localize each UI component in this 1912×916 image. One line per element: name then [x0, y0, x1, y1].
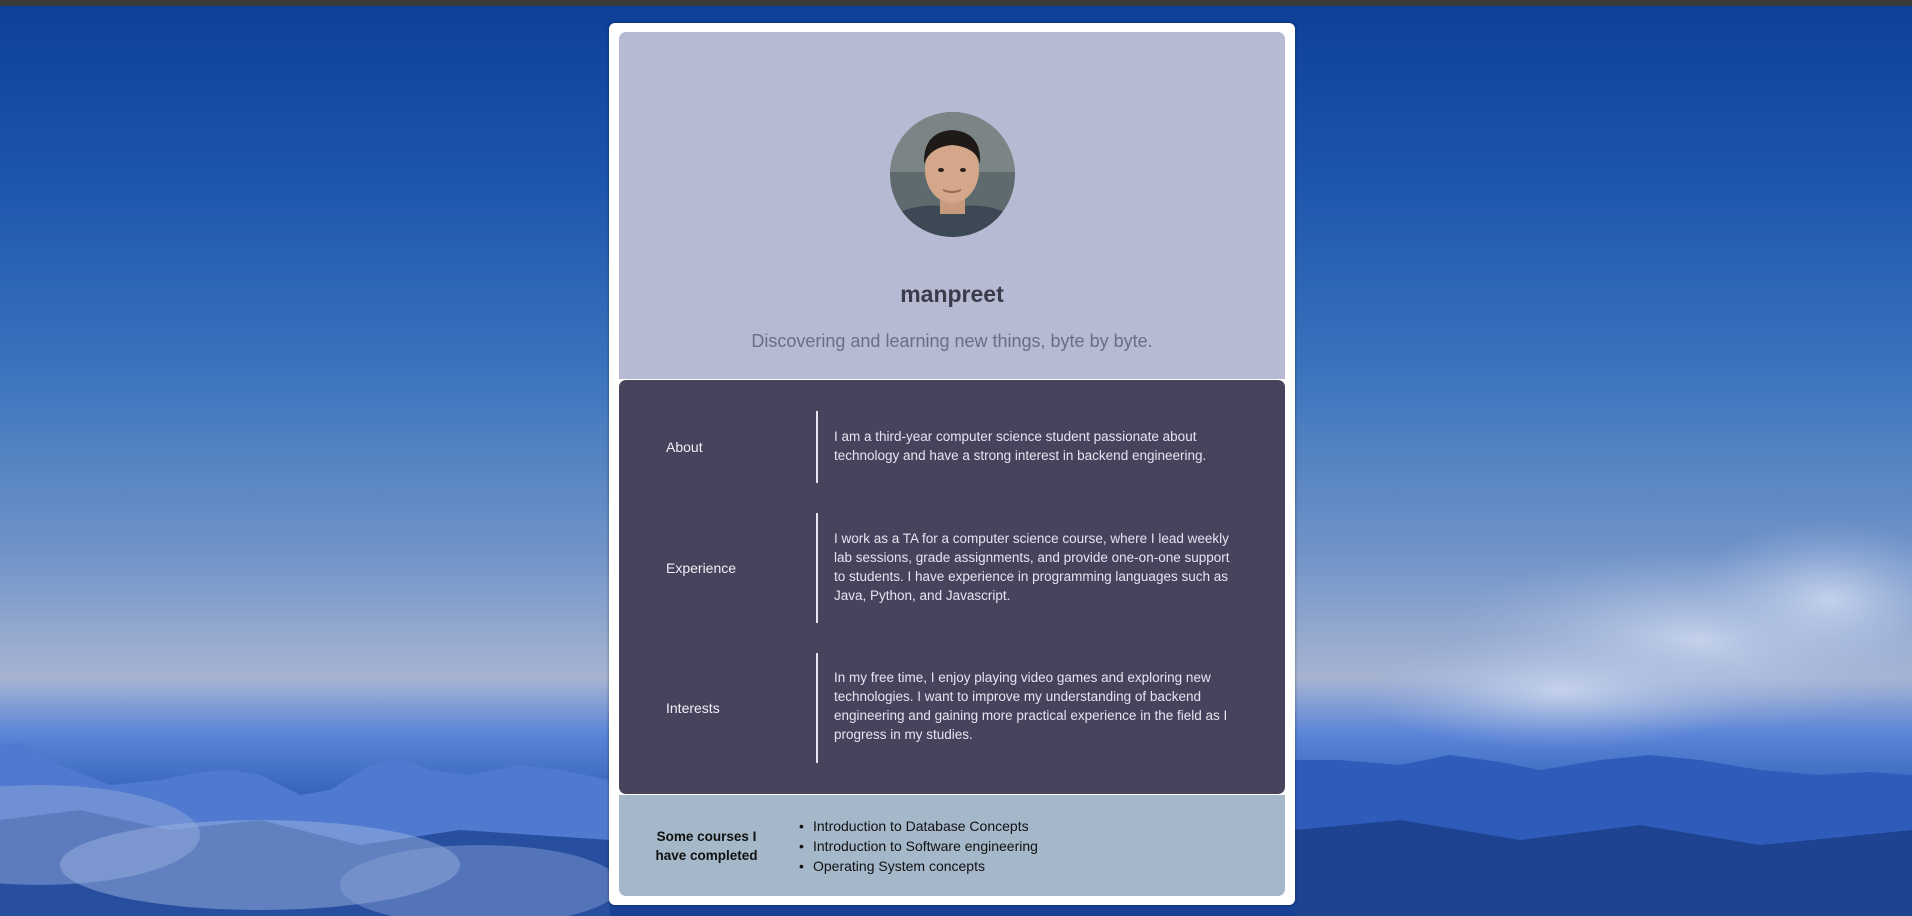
browser-top-bar [0, 0, 1912, 6]
list-item: • Introduction to Database Concepts [799, 816, 1038, 836]
course-name: Introduction to Database Concepts [813, 818, 1029, 834]
profile-header: manpreet Discovering and learning new th… [619, 32, 1285, 379]
bullet-icon: • [799, 858, 804, 874]
course-name: Introduction to Software engineering [813, 838, 1038, 854]
courses-panel: Some courses I have completed • Introduct… [619, 795, 1285, 896]
course-name: Operating System concepts [813, 858, 985, 874]
course-list: • Introduction to Database Concepts • Intr… [799, 816, 1038, 876]
profile-name: manpreet [900, 281, 1004, 307]
details-panel: About I am a third-year computer science… [619, 380, 1285, 794]
interests-divider [816, 653, 818, 763]
about-label: About [666, 439, 703, 455]
bullet-icon: • [799, 838, 804, 854]
profile-card: manpreet Discovering and learning new th… [609, 23, 1295, 905]
experience-row: Experience I work as a TA for a computer… [619, 513, 1285, 623]
about-text: I am a third-year computer science stude… [834, 429, 1207, 463]
about-row: About I am a third-year computer science… [619, 411, 1285, 483]
list-item: • Operating System concepts [799, 856, 1038, 876]
interests-text: In my free time, I enjoy playing video g… [834, 670, 1228, 742]
experience-text: I work as a TA for a computer science co… [834, 531, 1230, 603]
interests-label: Interests [666, 700, 720, 716]
profile-tagline: Discovering and learning new things, byt… [751, 331, 1153, 351]
courses-heading: Some courses I have completed [655, 829, 758, 863]
list-item: • Introduction to Software engineering [799, 836, 1038, 856]
avatar [890, 112, 1015, 237]
experience-label: Experience [666, 560, 737, 576]
bullet-icon: • [799, 818, 804, 834]
experience-divider [816, 513, 818, 623]
about-divider [816, 411, 818, 483]
interests-row: Interests In my free time, I enjoy playi… [619, 653, 1285, 763]
avatar-photo-icon [890, 112, 1015, 237]
